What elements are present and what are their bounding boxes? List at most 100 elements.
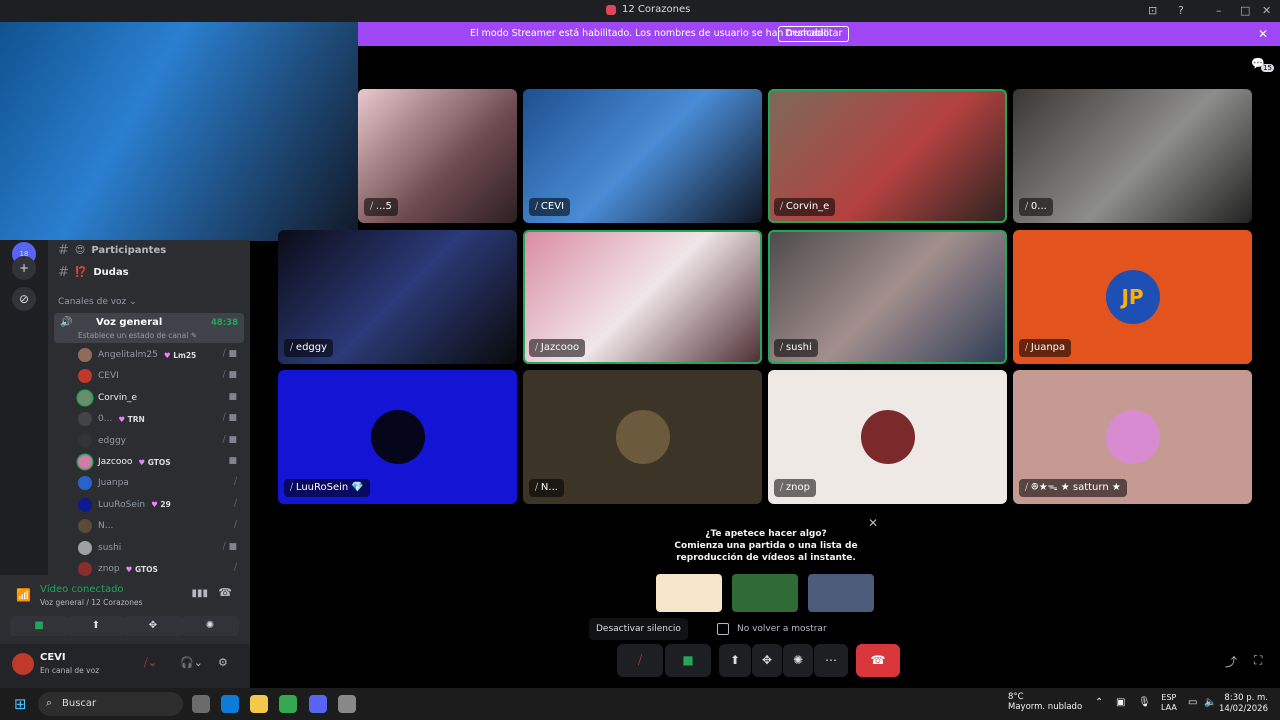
suggestion-question: ¿Te apetece hacer algo? — [705, 529, 827, 539]
taskbar-app-icon[interactable] — [338, 695, 356, 713]
tray-app-icon[interactable]: ▣ — [1116, 697, 1125, 708]
video-tile[interactable]: ꔮ★ᯓ ★ satturn ★ — [1013, 370, 1252, 504]
avatar[interactable] — [12, 653, 34, 675]
taskbar-app-icon[interactable] — [250, 695, 268, 713]
voice-member[interactable]: CEVI ⧸ ■ — [78, 367, 243, 385]
inbox-icon[interactable]: ⊡ — [1148, 4, 1157, 17]
close-suggestion-icon[interactable]: ✕ — [868, 516, 878, 530]
discover-icon[interactable]: ⊘ — [12, 287, 36, 311]
activity-option-2[interactable] — [732, 574, 798, 612]
weather-widget[interactable]: 8°C Mayorm. nublado — [1008, 692, 1082, 712]
activity-option-1[interactable] — [656, 574, 722, 612]
help-icon[interactable]: ? — [1178, 4, 1184, 17]
unmute-button[interactable]: ⧸ — [617, 644, 663, 677]
taskbar-search[interactable]: ⌕ Buscar — [38, 692, 183, 716]
member-name: znop — [98, 564, 120, 574]
noise-suppression-icon[interactable]: ▮▮▮ — [191, 588, 208, 599]
video-tile[interactable]: JP Juanpa — [1013, 230, 1252, 364]
voice-member[interactable]: Jazcooo GTOS ■ — [78, 453, 243, 471]
member-status-icons: ⧸ — [233, 520, 237, 531]
inbox-badge: 15 — [1261, 64, 1274, 72]
taskbar-app-icon[interactable] — [192, 695, 210, 713]
voice-category[interactable]: Canales de voz ⌄ — [58, 297, 137, 307]
popout-icon[interactable]: ⤴ — [1225, 653, 1237, 670]
voice-status[interactable]: Vídeo conectado — [40, 584, 124, 595]
member-badge: 29 — [151, 500, 170, 509]
voice-channel-name: Voz general — [96, 317, 163, 328]
share-screen-control[interactable]: ⬆ — [719, 644, 751, 677]
video-tile[interactable]: N... — [523, 370, 762, 504]
camera-button[interactable]: ■ — [665, 644, 711, 677]
taskbar-app-icon[interactable] — [221, 695, 239, 713]
soundboard-button[interactable]: ✺ — [181, 616, 239, 636]
volume-icon[interactable]: 🔈 — [1204, 697, 1216, 708]
disable-streamer-button[interactable]: Deshabilitar — [778, 26, 850, 42]
voice-member[interactable]: N... ⧸ — [78, 517, 243, 535]
unmute-tooltip: Desactivar silencio — [589, 618, 688, 640]
activity-option-3[interactable] — [808, 574, 874, 612]
voice-member[interactable]: Juanpa ⧸ — [78, 474, 243, 492]
member-status-icons: ■ — [228, 391, 237, 402]
channel-participantes[interactable]: # 😍 Participantes — [58, 243, 166, 258]
member-name: CEVI — [98, 371, 119, 382]
voice-member[interactable]: znop GTOS ⧸ — [78, 560, 243, 578]
video-tile[interactable]: edggy — [278, 230, 517, 364]
video-tile[interactable]: CEVI — [523, 89, 762, 223]
maximize-button[interactable]: □ — [1240, 4, 1250, 17]
soundboard-control[interactable]: ✺ — [783, 644, 813, 677]
close-window-button[interactable]: ✕ — [1262, 4, 1271, 17]
network-icon[interactable]: ▭ — [1188, 697, 1197, 708]
disconnect-button[interactable]: ☎ — [856, 644, 900, 677]
activities-button[interactable]: ✥ — [124, 616, 182, 636]
tray-chevron-icon[interactable]: ⌃ — [1095, 697, 1103, 708]
dont-show-checkbox[interactable] — [717, 623, 729, 635]
video-tile[interactable]: LuuRoSein 💎 — [278, 370, 517, 504]
minimize-button[interactable]: – — [1216, 4, 1222, 17]
taskbar-app-icon[interactable] — [309, 695, 327, 713]
streamer-mode-banner: El modo Streamer está habilitado. Los no… — [358, 22, 1280, 46]
voice-member[interactable]: edggy ⧸ ■ — [78, 432, 243, 450]
mute-icon[interactable]: ⧸⌄ — [144, 656, 157, 670]
voice-member[interactable]: 0... TRN ⧸ ■ — [78, 410, 243, 428]
video-tile[interactable]: ...5 — [358, 89, 517, 223]
headphones-icon[interactable]: 🎧⌄ — [180, 656, 203, 669]
share-screen-button[interactable]: ⬆ — [67, 616, 125, 636]
close-banner-icon[interactable]: ✕ — [1258, 27, 1268, 41]
voice-member[interactable]: LuuRoSein 29 ⧸ — [78, 496, 243, 514]
channel-emoji: ⁉️ — [74, 267, 88, 278]
voice-member[interactable]: Corvin_e ■ — [78, 389, 243, 407]
video-tile[interactable]: 0... — [1013, 89, 1252, 223]
channel-status-prompt[interactable]: Establece un estado de canal ✎ — [78, 331, 197, 340]
voice-channel-voz-general[interactable]: 🔊 Voz general 48:38 Establece un estado … — [54, 313, 244, 343]
activities-control[interactable]: ✥ — [752, 644, 782, 677]
inbox-count[interactable]: 💬 15 — [1251, 56, 1274, 74]
participant-label: ꔮ★ᯓ ★ satturn ★ — [1019, 479, 1127, 497]
member-status-icons: ⧸ ■ — [222, 413, 237, 424]
avatar — [615, 410, 670, 464]
video-tile[interactable]: znop — [768, 370, 1007, 504]
participant-label: CEVI — [529, 198, 571, 216]
settings-gear-icon[interactable]: ⚙ — [218, 656, 228, 669]
avatar — [78, 497, 92, 512]
language-indicator[interactable]: ESP LAA — [1161, 693, 1177, 713]
avatar — [78, 562, 92, 576]
windows-start-icon[interactable]: ⊞ — [14, 696, 30, 712]
clock[interactable]: 8:30 p. m. 14/02/2026 — [1219, 693, 1268, 715]
member-name: LuuRoSein — [98, 499, 146, 510]
channel-name: Dudas — [93, 267, 129, 278]
video-tile[interactable]: sushi — [768, 230, 1007, 364]
avatar — [78, 540, 92, 555]
toggle-camera-button[interactable]: ■ — [10, 616, 68, 636]
video-tile[interactable]: Corvin_e — [768, 89, 1007, 223]
add-server-icon[interactable]: + — [12, 256, 36, 280]
channel-dudas[interactable]: # ⁉️ Dudas — [58, 265, 129, 280]
microphone-icon[interactable]: 🎙 — [1138, 697, 1151, 708]
fullscreen-icon[interactable]: ⛶ — [1254, 653, 1262, 668]
video-tile[interactable]: Jazcooo — [523, 230, 762, 364]
disconnect-icon[interactable]: ☎ — [218, 586, 232, 599]
more-options-button[interactable]: ⋯ — [814, 644, 848, 677]
taskbar-app-icon[interactable] — [279, 695, 297, 713]
voice-member[interactable]: sushi ⧸ ■ — [78, 539, 243, 557]
voice-member[interactable]: Angelitalm25 Lm25 ⧸ ■ — [78, 346, 243, 364]
dont-show-again[interactable]: No volver a mostrar — [717, 623, 827, 635]
